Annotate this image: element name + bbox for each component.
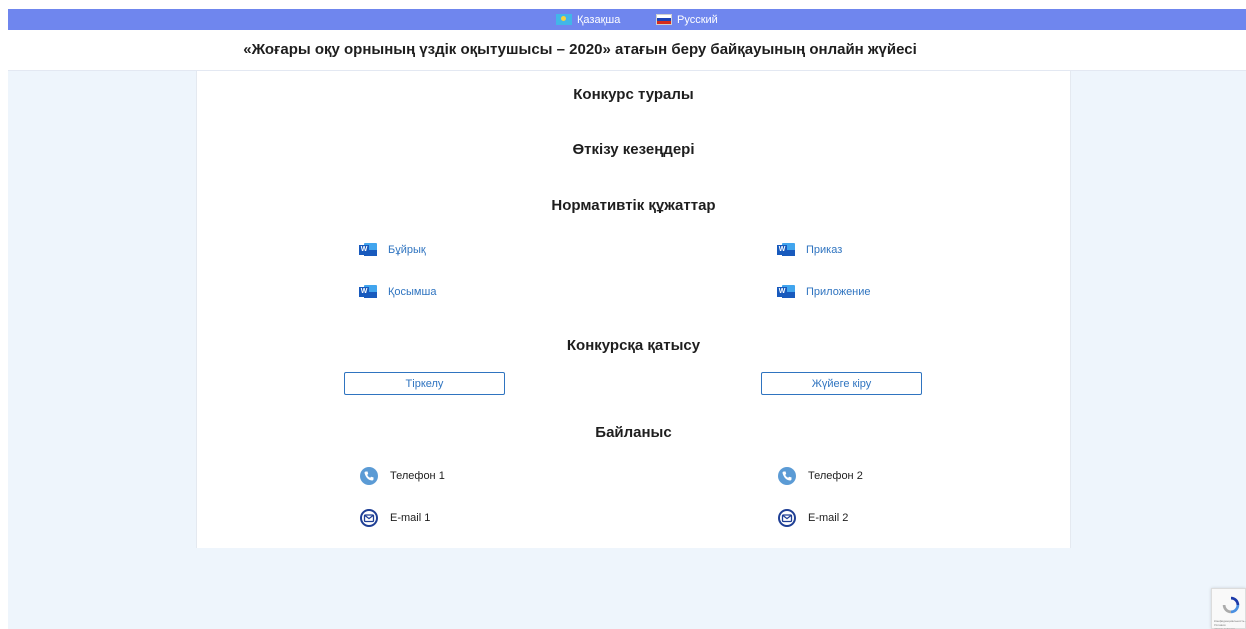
- register-button[interactable]: Тіркелу: [344, 372, 505, 395]
- login-button[interactable]: Жүйеге кіру: [761, 372, 922, 395]
- section-documents-heading: Нормативтік құжаттар: [551, 197, 716, 214]
- section-stages-heading[interactable]: Өткізу кезеңдері: [197, 141, 1070, 158]
- page-header: «Жоғары оқу орнының үздік оқытушысы – 20…: [8, 30, 1246, 71]
- contact-phone-1[interactable]: Телефон 1: [360, 467, 445, 485]
- language-kazakh-label: Қазақша: [577, 13, 621, 26]
- language-russian-link[interactable]: Русский: [656, 12, 718, 27]
- contact-phone-1-label: Телефон 1: [390, 470, 445, 482]
- document-appendix-kz-label: Қосымша: [388, 285, 437, 298]
- recaptcha-label: Конфиденциальность - Условия использован…: [1214, 619, 1246, 629]
- document-appendix-ru-link[interactable]: W Приложение: [777, 284, 871, 299]
- document-order-kz-link[interactable]: W Бұйрық: [359, 242, 426, 257]
- document-appendix-kz-link[interactable]: W Қосымша: [359, 284, 436, 299]
- document-order-ru-link[interactable]: W Приказ: [777, 242, 842, 257]
- phone-icon: [778, 467, 796, 485]
- phone-icon: [360, 467, 378, 485]
- document-order-kz-label: Бұйрық: [388, 243, 426, 256]
- word-document-icon: W: [777, 242, 795, 257]
- envelope-icon: [778, 509, 796, 527]
- recaptcha-badge[interactable]: Конфиденциальность - Условия использован…: [1211, 588, 1246, 629]
- kazakhstan-flag-icon: [556, 14, 572, 25]
- contact-email-1-label: E-mail 1: [390, 512, 431, 524]
- word-document-icon: W: [359, 284, 377, 299]
- page: Қазақша Русский «Жоғары оқу орнының үзді…: [0, 0, 1246, 629]
- contact-email-1[interactable]: E-mail 1: [360, 509, 430, 527]
- recaptcha-icon: [1222, 596, 1240, 614]
- main-content: Конкурс туралы Өткізу кезеңдері Норматив…: [196, 71, 1071, 548]
- contact-email-2[interactable]: E-mail 2: [778, 509, 848, 527]
- language-russian-label: Русский: [677, 13, 718, 26]
- contact-phone-2-label: Телефон 2: [808, 470, 863, 482]
- document-order-ru-label: Приказ: [806, 243, 843, 256]
- section-participation-heading: Конкурсқа қатысу: [566, 337, 701, 354]
- section-contacts-heading: Байланыс: [595, 424, 672, 441]
- language-kazakh-link[interactable]: Қазақша: [556, 12, 620, 27]
- page-title: «Жоғары оқу орнының үздік оқытушысы – 20…: [243, 41, 917, 58]
- russia-flag-icon: [656, 14, 672, 25]
- contact-email-2-label: E-mail 2: [808, 512, 849, 524]
- document-appendix-ru-label: Приложение: [806, 285, 871, 298]
- section-about-heading[interactable]: Конкурс туралы: [197, 86, 1070, 103]
- contact-phone-2[interactable]: Телефон 2: [778, 467, 863, 485]
- envelope-icon: [360, 509, 378, 527]
- language-bar: Қазақша Русский: [8, 9, 1246, 30]
- word-document-icon: W: [359, 242, 377, 257]
- word-document-icon: W: [777, 284, 795, 299]
